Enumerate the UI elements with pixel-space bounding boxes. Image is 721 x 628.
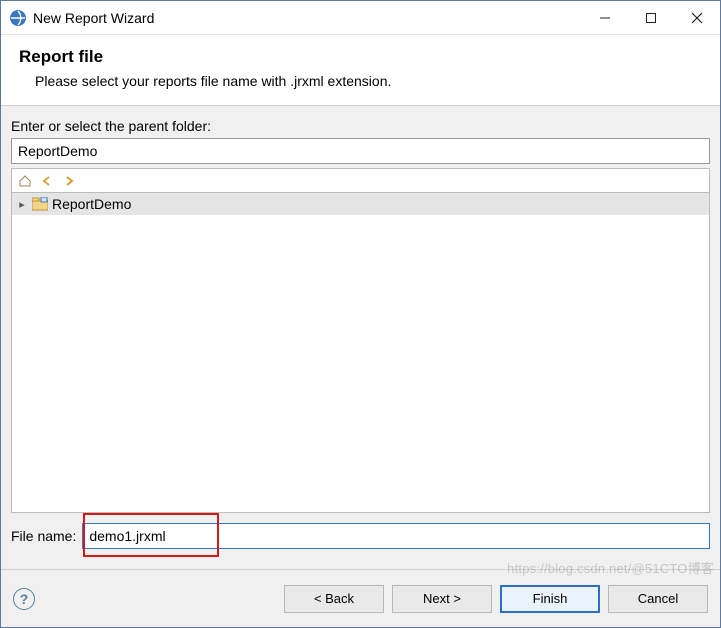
title-bar: New Report Wizard <box>1 1 720 35</box>
close-button[interactable] <box>674 1 720 34</box>
maximize-button[interactable] <box>628 1 674 34</box>
maximize-icon <box>645 12 657 24</box>
app-icon <box>9 9 27 27</box>
back-button[interactable]: < Back <box>284 585 384 613</box>
file-name-label: File name: <box>11 528 76 544</box>
page-title: Report file <box>19 47 702 67</box>
tree-toolbar <box>11 168 710 192</box>
minimize-button[interactable] <box>582 1 628 34</box>
window-title: New Report Wizard <box>33 10 582 26</box>
next-button[interactable]: Next > <box>392 585 492 613</box>
parent-folder-label: Enter or select the parent folder: <box>11 118 710 134</box>
help-button[interactable]: ? <box>13 588 35 610</box>
project-folder-icon <box>32 197 48 211</box>
help-icon: ? <box>20 591 29 607</box>
finish-button[interactable]: Finish <box>500 585 600 613</box>
file-name-row: File name: <box>11 523 710 549</box>
cancel-button[interactable]: Cancel <box>608 585 708 613</box>
dialog-window: New Report Wizard Report file Please sel… <box>0 0 721 628</box>
wizard-footer: ? < Back Next > Finish Cancel <box>1 569 720 627</box>
home-icon[interactable] <box>16 172 34 190</box>
spacer <box>11 549 710 563</box>
file-name-input[interactable] <box>82 523 710 549</box>
parent-folder-input[interactable] <box>11 138 710 164</box>
minimize-icon <box>599 12 611 24</box>
tree-item-reportdemo[interactable]: ▸ ReportDemo <box>12 193 709 215</box>
close-icon <box>691 12 703 24</box>
tree-item-label: ReportDemo <box>52 196 131 212</box>
folder-tree[interactable]: ▸ ReportDemo <box>11 192 710 513</box>
page-description: Please select your reports file name wit… <box>19 73 702 89</box>
back-arrow-icon[interactable] <box>38 172 56 190</box>
wizard-header: Report file Please select your reports f… <box>1 35 720 105</box>
window-controls <box>582 1 720 34</box>
expand-icon[interactable]: ▸ <box>16 198 28 211</box>
wizard-body: Enter or select the parent folder: ▸ <box>1 105 720 569</box>
forward-arrow-icon[interactable] <box>60 172 78 190</box>
